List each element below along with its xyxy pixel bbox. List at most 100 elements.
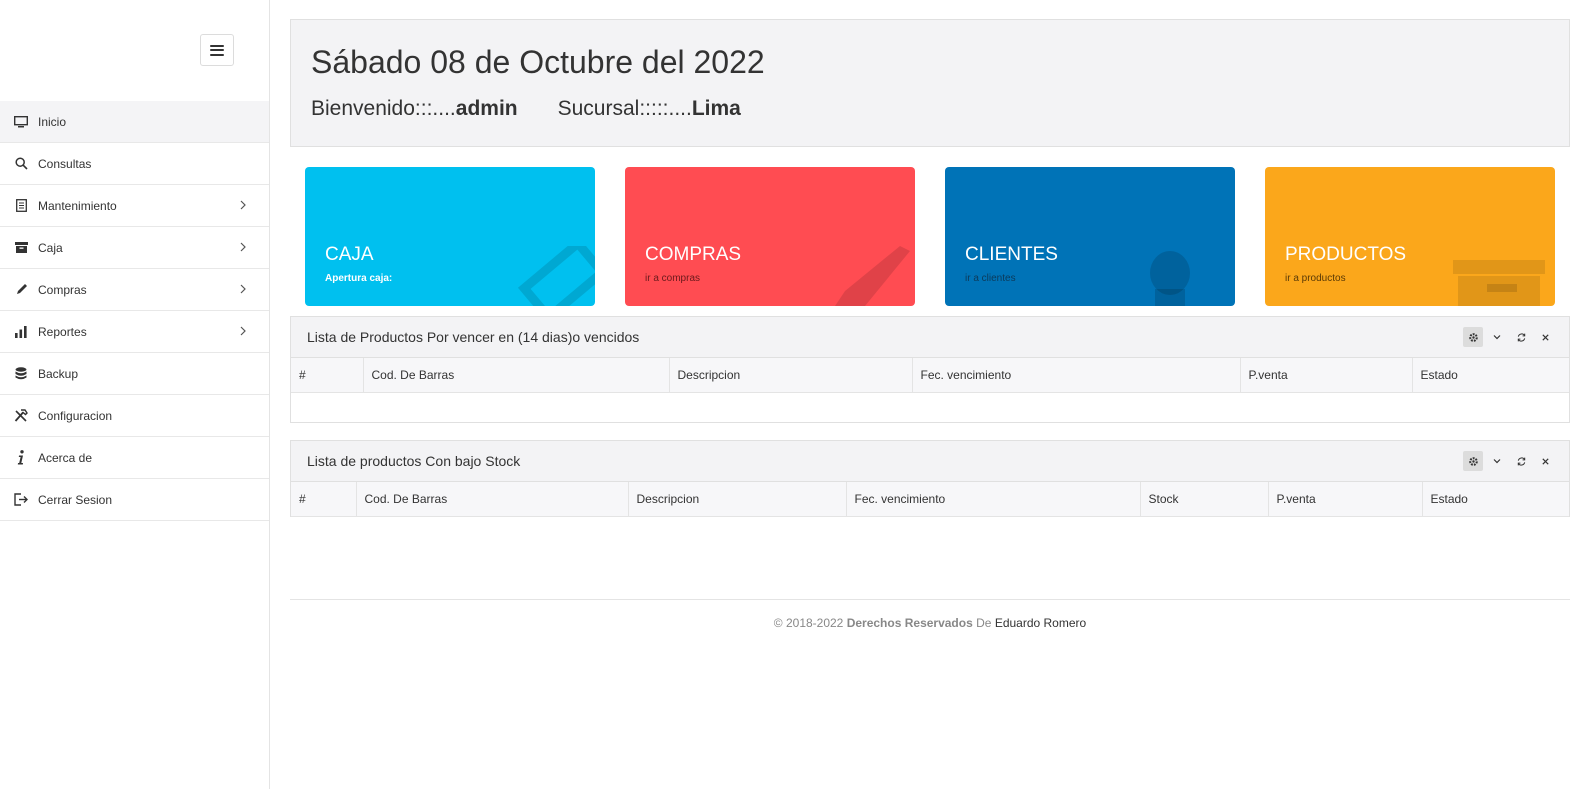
settings-button[interactable] xyxy=(1463,451,1483,471)
by-text: De xyxy=(976,616,992,630)
panel-header: Lista de Productos Por vencer en (14 dia… xyxy=(291,317,1569,358)
chevron-right-icon xyxy=(240,200,246,210)
collapse-button[interactable] xyxy=(1487,327,1507,347)
sidebar-item-backup[interactable]: Backup xyxy=(0,353,269,395)
collapse-button[interactable] xyxy=(1487,451,1507,471)
close-button[interactable] xyxy=(1535,451,1555,471)
ticket-icon xyxy=(517,246,595,306)
column-header[interactable]: # xyxy=(291,482,357,517)
welcome-line: Bienvenido:::....admin Sucursal:::::....L… xyxy=(311,97,741,121)
sidebar-item-reportes[interactable]: Reportes xyxy=(0,311,269,353)
current-user: admin xyxy=(455,97,518,120)
sidebar-item-label: Consultas xyxy=(38,156,92,171)
low-stock-panel: Lista de productos Con bajo Stock # Cod.… xyxy=(290,440,1570,517)
rights-text: Derechos Reservados xyxy=(846,616,973,630)
tile-subtitle: ir a compras xyxy=(645,273,701,284)
panel-toolbar xyxy=(1463,327,1555,347)
sidebar-item-label: Acerca de xyxy=(38,450,93,465)
hamburger-icon xyxy=(210,44,224,56)
logout-icon xyxy=(13,492,29,508)
sidebar-item-acerca-de[interactable]: Acerca de xyxy=(0,437,269,479)
column-header[interactable]: Cod. De Barras xyxy=(356,482,629,517)
tile-productos[interactable]: PRODUCTOS ir a productos xyxy=(1265,167,1555,306)
sidebar-item-cerrar-sesion[interactable]: Cerrar Sesion xyxy=(0,479,269,521)
footer: © 2018-2022 Derechos Reservados De Eduar… xyxy=(290,599,1570,630)
user-icon xyxy=(1150,251,1190,306)
archive-icon xyxy=(1453,260,1545,306)
refresh-button[interactable] xyxy=(1511,451,1531,471)
pencil-icon xyxy=(13,282,29,298)
column-header[interactable]: Estado xyxy=(1412,358,1569,393)
page-title: Sábado 08 de Octubre del 2022 xyxy=(311,44,765,80)
panel-title: Lista de Productos Por vencer en (14 dia… xyxy=(307,329,640,345)
column-header[interactable]: Descripcion xyxy=(628,482,847,517)
tile-title: CLIENTES xyxy=(965,244,1058,265)
tile-subtitle: ir a productos xyxy=(1285,273,1346,284)
tile-subtitle: ir a clientes xyxy=(965,273,1016,284)
sidebar-item-inicio[interactable]: Inicio xyxy=(0,101,269,143)
column-header[interactable]: Fec. vencimiento xyxy=(912,358,1241,393)
info-icon xyxy=(13,450,29,466)
chevron-right-icon xyxy=(240,242,246,252)
chevron-down-icon xyxy=(1493,459,1501,464)
copyright: © 2018-2022 xyxy=(773,616,844,630)
sidebar-item-label: Inicio xyxy=(38,114,67,129)
panel-toolbar xyxy=(1463,451,1555,471)
column-header[interactable]: P.venta xyxy=(1268,482,1423,517)
chevron-right-icon xyxy=(240,326,246,336)
database-icon xyxy=(13,366,29,382)
sidebar-item-consultas[interactable]: Consultas xyxy=(0,143,269,185)
close-icon xyxy=(1541,333,1549,341)
gear-icon xyxy=(1468,456,1478,466)
column-header[interactable]: Estado xyxy=(1422,482,1569,517)
sidebar-item-label: Cerrar Sesion xyxy=(38,492,113,507)
chevron-right-icon xyxy=(240,284,246,294)
sidebar-item-label: Configuracion xyxy=(38,408,113,423)
tile-caja[interactable]: CAJA Apertura caja: xyxy=(305,167,595,306)
panel-title: Lista de productos Con bajo Stock xyxy=(307,453,521,469)
cash-box-icon xyxy=(13,240,29,256)
sidebar-nav: Inicio Consultas Mantenimiento Caja Comp… xyxy=(0,101,269,521)
refresh-icon xyxy=(1517,332,1525,342)
low-stock-table: # Cod. De Barras Descripcion Fec. vencim… xyxy=(291,482,1569,517)
sidebar-item-mantenimiento[interactable]: Mantenimiento xyxy=(0,185,269,227)
sidebar-item-caja[interactable]: Caja xyxy=(0,227,269,269)
chevron-down-icon xyxy=(1493,335,1501,340)
column-header[interactable]: Fec. vencimiento xyxy=(846,482,1141,517)
tile-compras[interactable]: COMPRAS ir a compras xyxy=(625,167,915,306)
gear-icon xyxy=(1468,332,1478,342)
tile-subtitle: Apertura caja: xyxy=(325,273,393,284)
column-header[interactable]: # xyxy=(291,358,364,393)
document-icon xyxy=(13,198,29,214)
refresh-button[interactable] xyxy=(1511,327,1531,347)
search-icon xyxy=(13,156,29,172)
sidebar-item-compras[interactable]: Compras xyxy=(0,269,269,311)
tile-clientes[interactable]: CLIENTES ir a clientes xyxy=(945,167,1235,306)
close-button[interactable] xyxy=(1535,327,1555,347)
refresh-icon xyxy=(1517,456,1525,466)
table-header-row: # Cod. De Barras Descripcion Fec. vencim… xyxy=(291,358,1569,393)
author-link[interactable]: Eduardo Romero xyxy=(995,616,1086,630)
column-header[interactable]: Descripcion xyxy=(669,358,913,393)
close-icon xyxy=(1541,457,1549,465)
tools-icon xyxy=(13,408,29,424)
column-header[interactable]: Cod. De Barras xyxy=(363,358,670,393)
sidebar-item-label: Caja xyxy=(38,240,63,255)
sidebar-item-label: Backup xyxy=(38,366,79,381)
tile-title: COMPRAS xyxy=(645,244,742,265)
expiring-products-table: # Cod. De Barras Descripcion Fec. vencim… xyxy=(291,358,1569,393)
branch-label: Sucursal:::::.... xyxy=(557,97,692,120)
welcome-header: Sábado 08 de Octubre del 2022 Bienvenido… xyxy=(290,19,1570,147)
sidebar-item-configuracion[interactable]: Configuracion xyxy=(0,395,269,437)
menu-toggle-button[interactable] xyxy=(200,34,234,66)
column-header[interactable]: P.venta xyxy=(1240,358,1413,393)
sidebar-item-label: Mantenimiento xyxy=(38,198,117,213)
panel-header: Lista de productos Con bajo Stock xyxy=(291,441,1569,482)
welcome-label: Bienvenido:::.... xyxy=(311,97,456,120)
bar-chart-icon xyxy=(13,324,29,340)
tile-title: CAJA xyxy=(325,244,374,265)
sidebar-item-label: Compras xyxy=(38,282,87,297)
column-header[interactable]: Stock xyxy=(1140,482,1269,517)
settings-button[interactable] xyxy=(1463,327,1483,347)
expiring-products-panel: Lista de Productos Por vencer en (14 dia… xyxy=(290,316,1570,423)
